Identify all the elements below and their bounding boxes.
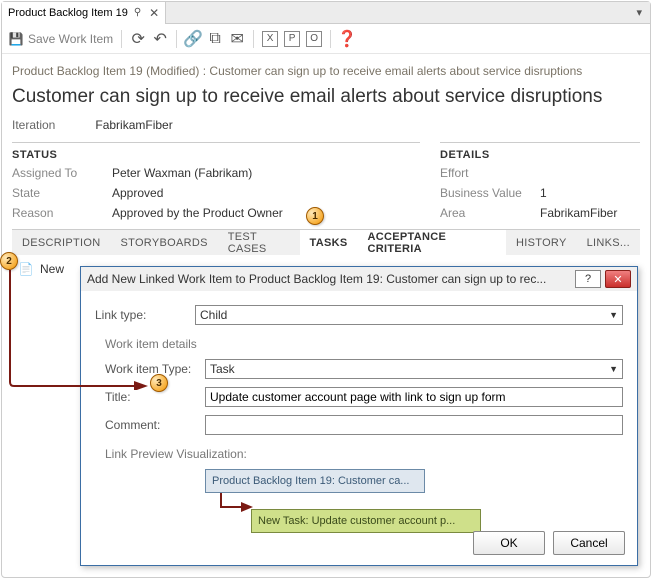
new-linked-item-label[interactable]: New — [40, 262, 64, 276]
details-header: DETAILS — [440, 142, 640, 163]
dialog-title-text: Add New Linked Work Item to Product Back… — [87, 272, 571, 286]
document-tab-strip: Product Backlog Item 19 ⚲ ✕ ▾ — [2, 2, 650, 24]
work-item-title: Customer can sign up to receive email al… — [12, 86, 640, 118]
link-type-select[interactable]: Child ▼ — [195, 305, 623, 325]
refresh-icon[interactable]: ⟳ — [130, 31, 146, 47]
assigned-to-value[interactable]: Peter Waxman (Fabrikam) — [112, 166, 252, 180]
save-work-item-button[interactable]: 💾 Save Work Item — [8, 31, 113, 47]
dialog-titlebar: Add New Linked Work Item to Product Back… — [81, 267, 637, 291]
pin-icon[interactable]: ⚲ — [134, 7, 141, 18]
effort-label: Effort — [440, 166, 540, 180]
close-tab-icon[interactable]: ✕ — [149, 6, 159, 20]
annotation-1: 1 — [306, 207, 324, 225]
area-label: Area — [440, 206, 540, 220]
dialog-help-icon[interactable]: ? — [575, 270, 601, 288]
tab-history[interactable]: HISTORY — [506, 230, 577, 255]
tab-description[interactable]: DESCRIPTION — [12, 230, 110, 255]
link-type-value: Child — [200, 308, 227, 322]
state-label: State — [12, 186, 112, 200]
tab-test-cases[interactable]: TEST CASES — [218, 230, 300, 255]
help-icon[interactable]: ❓ — [339, 31, 355, 47]
chevron-down-icon: ▼ — [609, 364, 618, 374]
tab-storyboards[interactable]: STORYBOARDS — [110, 230, 217, 255]
document-tab[interactable]: Product Backlog Item 19 ⚲ ✕ — [2, 2, 166, 24]
save-icon: 💾 — [8, 31, 24, 47]
link-type-label: Link type: — [95, 308, 195, 322]
email-icon[interactable]: ✉ — [229, 31, 245, 47]
state-value[interactable]: Approved — [112, 186, 163, 200]
iteration-label: Iteration — [12, 118, 55, 132]
link-icon[interactable]: 🔗 — [185, 31, 201, 47]
business-value-label: Business Value — [440, 186, 540, 200]
document-tab-title: Product Backlog Item 19 — [8, 7, 128, 19]
annotation-3: 3 — [150, 374, 168, 392]
preview-child-box: New Task: Update customer account p... — [251, 509, 481, 533]
chevron-down-icon: ▼ — [609, 310, 618, 320]
tab-dropdown-icon[interactable]: ▾ — [628, 6, 650, 19]
tab-links[interactable]: LINKS... — [577, 230, 640, 255]
toolbar: 💾 Save Work Item ⟳ ↶ 🔗 ⧉ ✉ X P O ❓ — [2, 24, 650, 54]
assigned-to-label: Assigned To — [12, 166, 112, 180]
dialog-close-icon[interactable]: ✕ — [605, 270, 631, 288]
undo-icon[interactable]: ↶ — [152, 31, 168, 47]
comment-label: Comment: — [105, 418, 205, 432]
reason-label: Reason — [12, 206, 112, 220]
work-item-type-value: Task — [210, 362, 235, 376]
preview-parent-box: Product Backlog Item 19: Customer ca... — [205, 469, 425, 493]
ok-button[interactable]: OK — [473, 531, 545, 555]
add-linked-work-item-dialog: Add New Linked Work Item to Product Back… — [80, 266, 638, 566]
annotation-2: 2 — [0, 252, 18, 270]
reason-value[interactable]: Approved by the Product Owner — [112, 206, 283, 220]
iteration-value[interactable]: FabrikamFiber — [95, 118, 172, 132]
work-item-tabs: DESCRIPTION STORYBOARDS TEST CASES TASKS… — [12, 229, 640, 255]
boxed-o[interactable]: O — [306, 31, 322, 47]
save-label: Save Work Item — [28, 32, 113, 46]
boxed-x[interactable]: X — [262, 31, 278, 47]
business-value-value[interactable]: 1 — [540, 186, 547, 200]
cancel-button[interactable]: Cancel — [553, 531, 625, 555]
dialog-title-label: Title: — [105, 390, 205, 404]
dialog-title-input[interactable] — [205, 387, 623, 407]
copy-icon[interactable]: ⧉ — [207, 31, 223, 47]
tab-tasks[interactable]: TASKS — [300, 230, 358, 255]
tab-acceptance-criteria[interactable]: ACCEPTANCE CRITERIA — [358, 230, 507, 255]
comment-input[interactable] — [205, 415, 623, 435]
link-preview-visualization: Product Backlog Item 19: Customer ca... … — [105, 469, 623, 533]
modified-subtitle: Product Backlog Item 19 (Modified) : Cus… — [12, 60, 640, 86]
area-value[interactable]: FabrikamFiber — [540, 206, 617, 220]
status-header: STATUS — [12, 142, 420, 163]
new-linked-item-icon[interactable]: 📄 — [18, 261, 34, 277]
work-item-type-select[interactable]: Task ▼ — [205, 359, 623, 379]
work-item-details-group: Work item details — [105, 329, 623, 355]
link-preview-label: Link Preview Visualization: — [105, 439, 623, 465]
boxed-p[interactable]: P — [284, 31, 300, 47]
